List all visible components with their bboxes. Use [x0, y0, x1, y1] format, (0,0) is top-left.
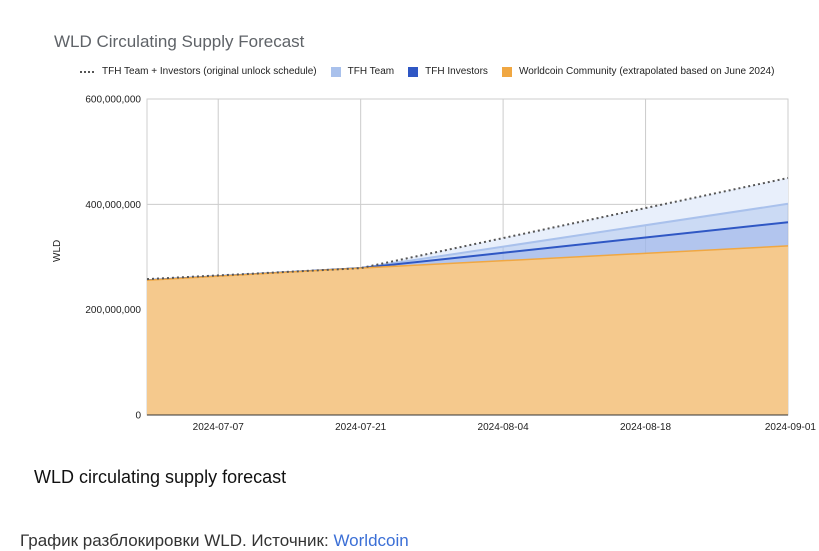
y-tick-label: 400,000,000	[85, 200, 141, 211]
x-tick-label: 2024-07-21	[335, 422, 387, 433]
x-tick-label: 2024-09-01	[765, 422, 817, 433]
x-tick-label: 2024-08-18	[620, 422, 672, 433]
y-tick-label: 600,000,000	[85, 95, 141, 106]
source-link[interactable]: Worldcoin	[333, 531, 408, 550]
source-line: График разблокировки WLD. Источник: Worl…	[20, 531, 409, 551]
y-tick-label: 200,000,000	[85, 305, 141, 316]
series-area-worldcoin-community	[147, 245, 788, 415]
y-tick-label: 0	[135, 411, 141, 422]
x-tick-label: 2024-07-07	[193, 422, 245, 433]
chart-plot: 0 200,000,000 400,000,000 600,000,000 2024-0…	[85, 95, 817, 434]
source-prefix: График разблокировки WLD. Источник:	[20, 531, 334, 550]
x-tick-label: 2024-08-04	[478, 422, 530, 433]
figure-caption: WLD circulating supply forecast	[34, 467, 287, 487]
